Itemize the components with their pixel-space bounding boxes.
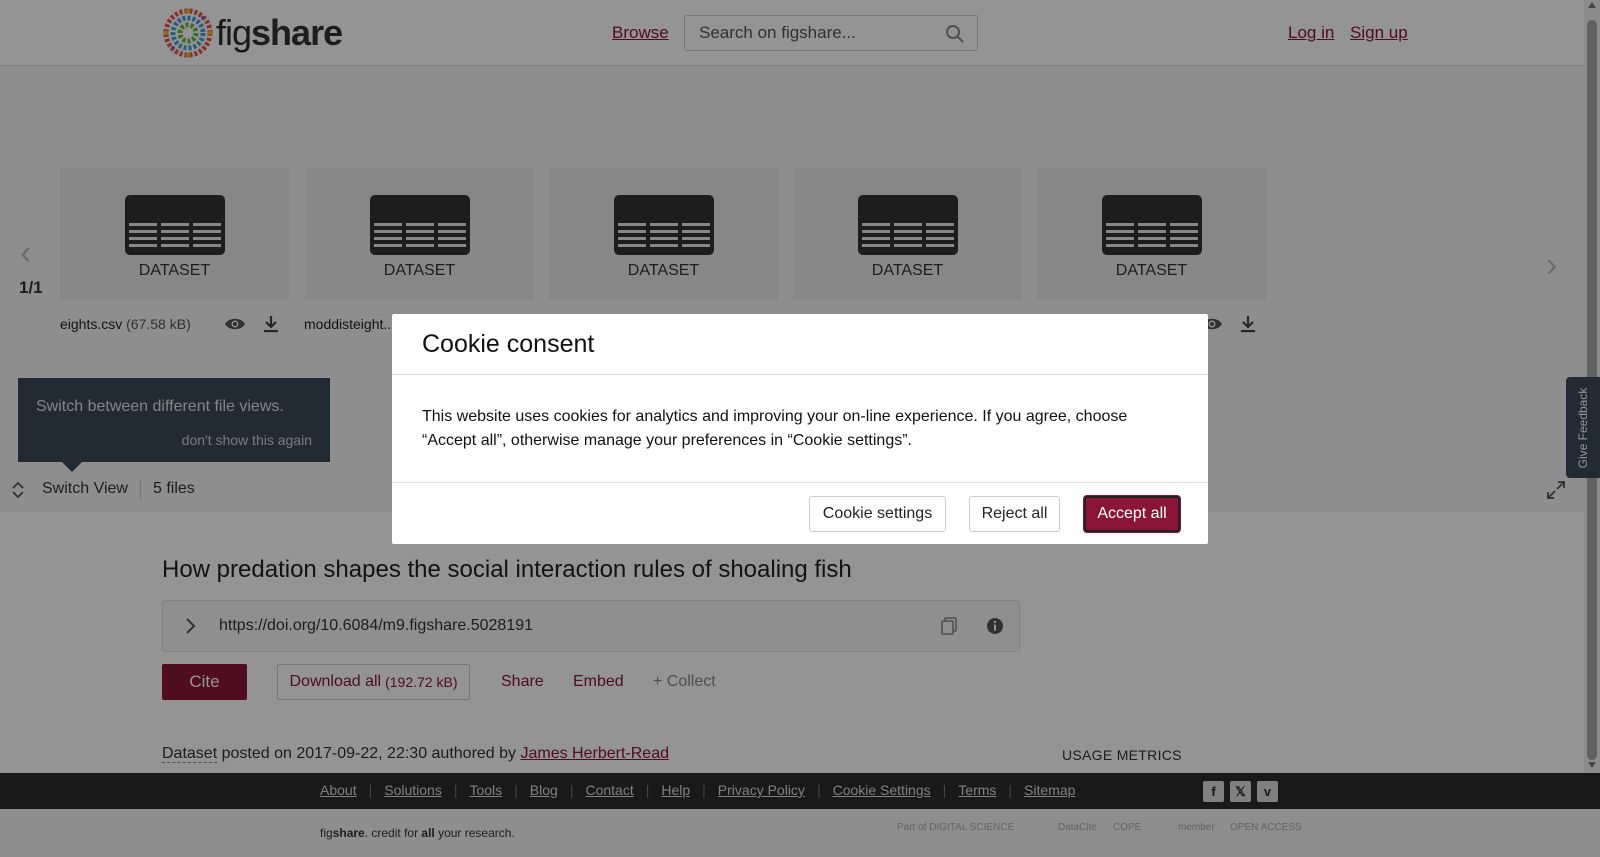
dialog-title: Cookie consent xyxy=(422,330,595,358)
cookie-consent-dialog: Cookie consent This website uses cookies… xyxy=(392,314,1208,544)
dialog-body-text: This website uses cookies for analytics … xyxy=(422,408,1128,449)
reject-all-button[interactable]: Reject all xyxy=(969,496,1060,532)
cookie-settings-button[interactable]: Cookie settings xyxy=(809,496,946,532)
dialog-header: Cookie consent xyxy=(392,314,1208,375)
accept-all-button[interactable]: Accept all xyxy=(1084,496,1180,532)
